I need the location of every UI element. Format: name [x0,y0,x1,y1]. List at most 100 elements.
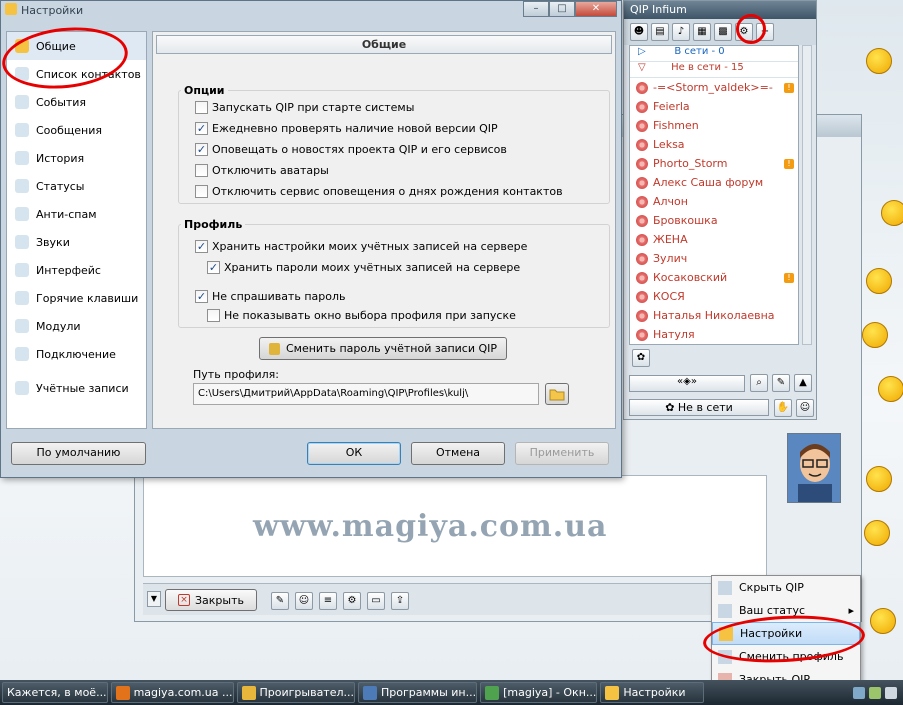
nav-item[interactable]: История [7,144,146,172]
checkbox[interactable]: ✓ [195,143,208,156]
ok-button[interactable]: ОК [307,442,401,465]
nav-item[interactable]: Подключение [7,340,146,368]
edit-icon[interactable]: ✎ [772,374,790,392]
nav-item[interactable]: Модули [7,312,146,340]
checkbox-option[interactable]: Отключить сервис оповещения о днях рожде… [195,185,563,198]
checkbox[interactable] [195,101,208,114]
contact-item[interactable]: -=<Storm_valdek>=-! [630,78,798,97]
smiley-picker-icon[interactable]: ☺ [295,592,313,610]
format-icon[interactable]: ✎ [271,592,289,610]
shield-icon[interactable] [869,686,881,699]
checkbox[interactable] [207,309,220,322]
defaults-button[interactable]: По умолчанию [11,442,146,465]
contact-item[interactable]: Натуля [630,325,798,344]
history-icon[interactable]: ≡ [319,592,337,610]
alert-badge: ! [784,158,794,169]
close-button[interactable]: ✕ [575,1,617,17]
apply-button[interactable]: Применить [515,442,609,465]
checkbox-label: Не показывать окно выбора профиля при за… [224,309,516,322]
nav-item[interactable]: Сообщения [7,116,146,144]
taskbar-button[interactable]: Программы ин... [358,682,478,703]
browse-folder-button[interactable] [545,383,569,405]
contact-item[interactable]: КОСЯ [630,287,798,306]
taskbar-button[interactable]: Кажется, в моё... [2,682,108,703]
checkbox-label: Запускать QIP при старте системы [212,101,415,114]
checkbox-label: Хранить пароли моих учётных записей на с… [224,261,521,274]
checkbox-option[interactable]: ✓ Оповещать о новостях проекта QIP и его … [195,143,507,156]
nav-item[interactable]: Статусы [7,172,146,200]
checkbox[interactable]: ✓ [207,261,220,274]
settings-icon[interactable]: ⚙ [343,592,361,610]
settings-titlebar[interactable]: Настройки – □ ✕ [1,1,621,19]
offline-status-icon [636,290,648,303]
close-chat-button[interactable]: × Закрыть [165,589,257,611]
contact-item[interactable]: ЖЕНА [630,230,798,249]
contact-item[interactable]: Бровкошка [630,211,798,230]
taskbar-button[interactable]: [magiya] - Окн... [480,682,598,703]
protocol-switch-button[interactable]: «◈» [629,375,745,392]
contacts-icon[interactable]: ☻ [630,23,648,41]
nav-item[interactable]: Звуки [7,228,146,256]
checkbox-option[interactable]: ✓ Хранить пароли моих учётных записей на … [207,261,520,274]
expand-icon[interactable]: ▲ [794,374,812,392]
taskbar-button[interactable]: Настройки [600,682,705,703]
checkbox[interactable]: ✓ [195,240,208,253]
user-icon[interactable]: ☺ [796,399,814,417]
group-offline[interactable]: ▽ Не в сети - 15 [630,62,798,78]
app-icon [241,685,256,700]
change-password-button[interactable]: Сменить пароль учётной записи QIP [259,337,507,360]
nav-item[interactable]: Горячие клавиши [7,284,146,312]
chevron-down-icon[interactable]: ▼ [147,591,161,607]
clipboard-icon[interactable]: ▤ [651,23,669,41]
status-label: Не в сети [677,401,733,414]
contact-item[interactable]: Phorto_Storm! [630,154,798,173]
history-icon[interactable]: ▦ [693,23,711,41]
checkbox-option[interactable]: Отключить аватары [195,164,329,177]
contact-name: Алчон [653,195,688,208]
checkbox-option[interactable]: ✓ Ежедневно проверять наличие новой верси… [195,122,498,135]
search-icon[interactable]: ⌕ [750,374,768,392]
checkbox-option[interactable]: ✓ Хранить настройки моих учётных записей … [195,240,527,253]
taskbar-button[interactable]: magiya.com.ua ... [110,682,234,703]
checkbox-option[interactable]: Запускать QIP при старте системы [195,101,414,114]
checkbox[interactable] [195,164,208,177]
contact-item[interactable]: Алекс Саша форум [630,173,798,192]
file-transfer-icon[interactable]: ⇪ [391,592,409,610]
checkbox[interactable]: ✓ [195,122,208,135]
tray-icon[interactable] [853,686,865,699]
contact-item[interactable]: Leksa [630,135,798,154]
nav-item[interactable]: Анти-спам [7,200,146,228]
nav-item[interactable]: Интерфейс [7,256,146,284]
contact-item[interactable]: Алчон [630,192,798,211]
checkbox[interactable]: ✓ [195,290,208,303]
nav-item-label: Модули [36,319,81,333]
profile-legend: Профиль [184,218,243,231]
checkbox-option[interactable]: Не показывать окно выбора профиля при за… [207,309,516,322]
cancel-button[interactable]: Отмена [411,442,505,465]
calendar-icon[interactable]: ▩ [714,23,732,41]
volume-icon[interactable] [885,686,897,699]
app-icon [605,685,620,700]
nav-item[interactable]: События [7,88,146,116]
contact-name: Leksa [653,138,685,151]
folder-icon[interactable]: ▭ [367,592,385,610]
taskbar-button[interactable]: Проигрывател... [236,682,355,703]
contact-item[interactable]: Наталья Николаевна [630,306,798,325]
hand-icon[interactable]: ✋ [774,399,792,417]
minimize-button[interactable]: – [523,1,549,17]
contact-item[interactable]: Fishmen [630,116,798,135]
contact-list-scrollbar[interactable] [802,45,812,345]
status-button[interactable]: ✿ Не в сети [629,399,769,416]
group-online[interactable]: ▷ В сети - 0 [630,46,798,62]
checkbox-option[interactable]: ✓ Не спрашивать пароль [195,290,345,303]
checkbox-label: Оповещать о новостях проекта QIP и его с… [212,143,507,156]
checkbox[interactable] [195,185,208,198]
nav-item[interactable]: Учётные записи [7,374,146,402]
contact-item[interactable]: Косаковский! [630,268,798,287]
contact-item[interactable]: Feierla [630,97,798,116]
maximize-button[interactable]: □ [549,1,575,17]
contact-item[interactable]: Зулич [630,249,798,268]
mute-icon[interactable]: ♪ [672,23,690,41]
profile-path-field[interactable]: C:\Users\Дмитрий\AppData\Roaming\QIP\Pro… [193,383,539,405]
menu-item[interactable]: Скрыть QIP [712,576,860,599]
